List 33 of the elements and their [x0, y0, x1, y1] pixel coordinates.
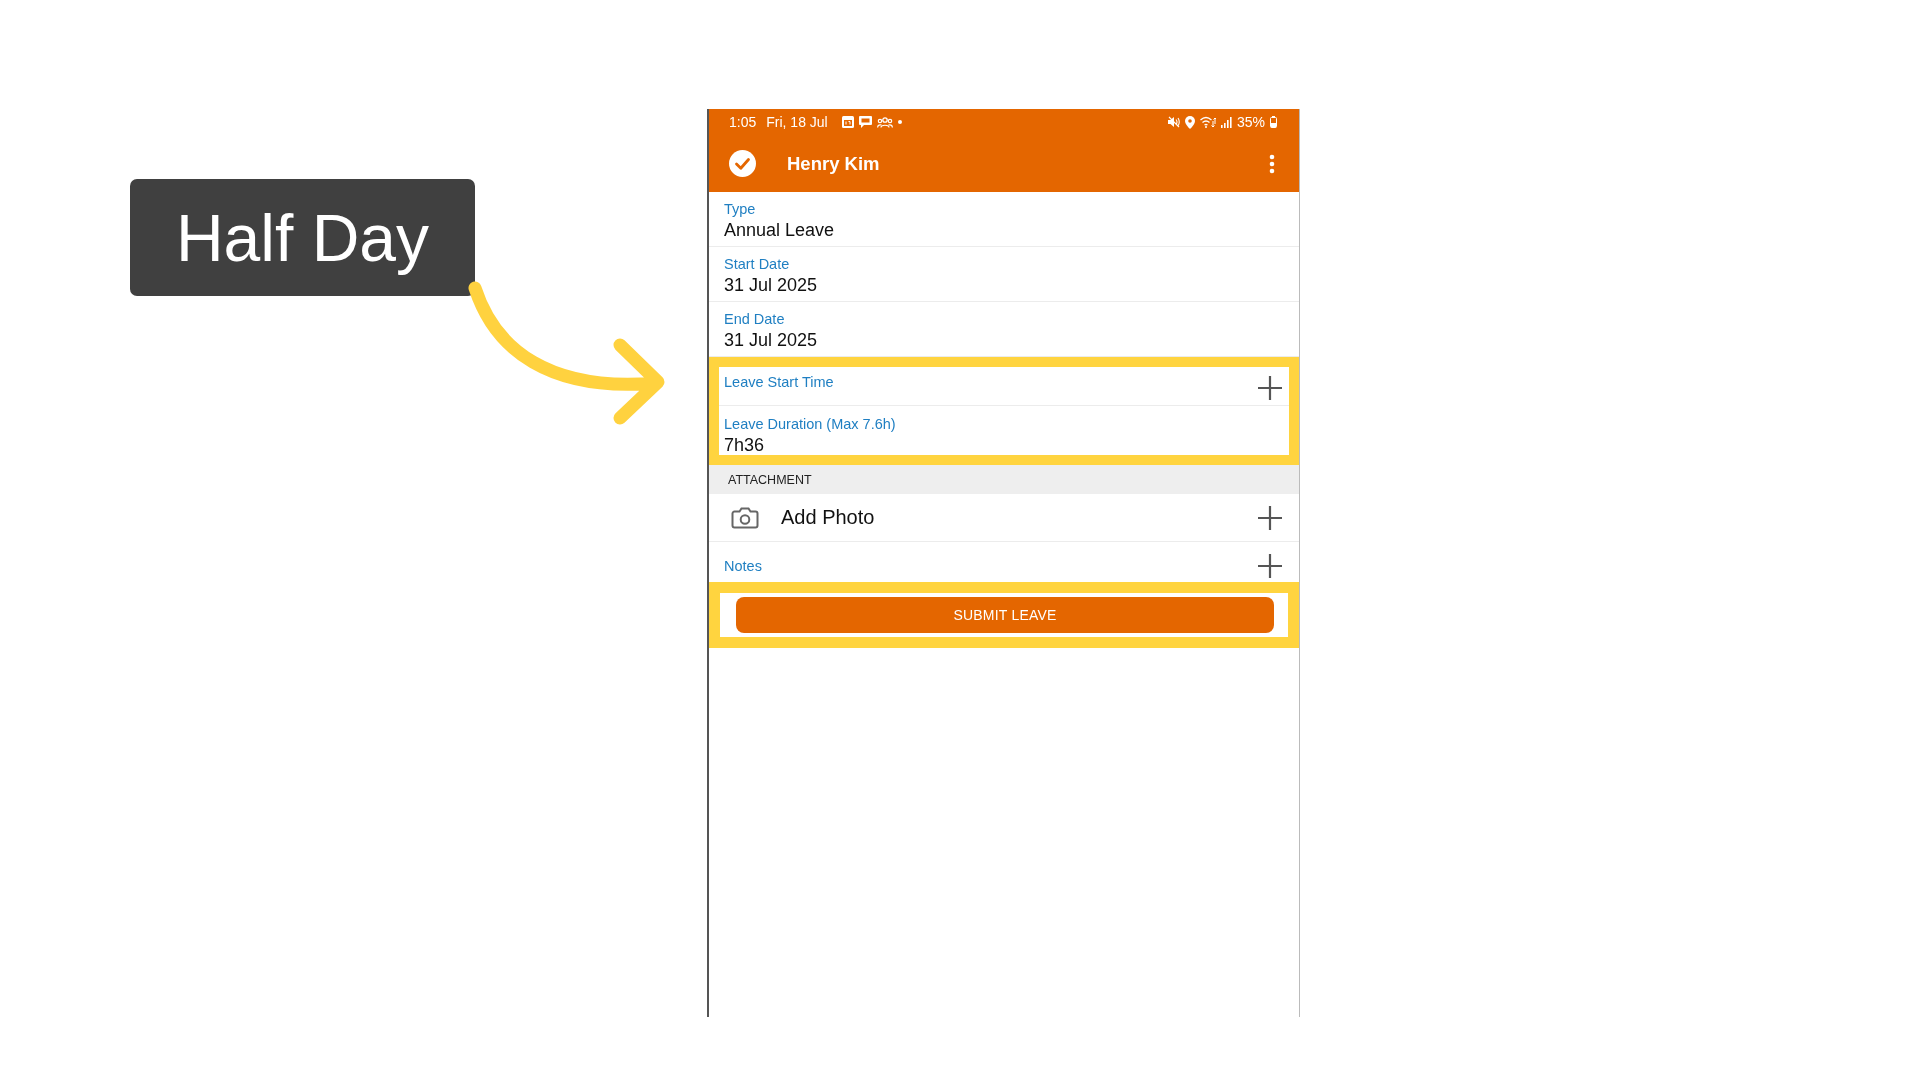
field-value: 31 Jul 2025	[724, 329, 818, 351]
status-date: Fri, 18 Jul	[766, 114, 828, 130]
field-value: 31 Jul 2025	[724, 274, 818, 296]
status-time: 1:05	[729, 114, 757, 130]
location-pin-icon	[1184, 115, 1195, 129]
chat-bubble-icon	[858, 116, 872, 128]
callout-label: Half Day	[130, 179, 475, 296]
submit-button[interactable]: SUBMIT LEAVE	[736, 597, 1274, 633]
check-circle-icon[interactable]	[729, 150, 756, 177]
battery-icon	[1270, 116, 1277, 128]
field-label: Type	[724, 200, 756, 218]
dot-icon	[897, 120, 902, 124]
more-options-icon[interactable]	[1269, 153, 1275, 174]
plus-icon[interactable]	[1258, 554, 1282, 578]
signal-icon	[1220, 116, 1232, 128]
field-label: Leave Start Time	[724, 373, 834, 391]
add-photo-label: Add Photo	[781, 506, 875, 529]
app-bar-title: Henry Kim	[787, 152, 880, 175]
notes-label: Notes	[724, 557, 762, 575]
people-icon	[876, 116, 893, 128]
mute-icon	[1167, 116, 1180, 128]
plus-icon[interactable]	[1258, 505, 1282, 530]
field-label: End Date	[724, 310, 785, 328]
battery-percent: 35%	[1236, 114, 1265, 130]
calendar-icon	[841, 116, 854, 128]
wifi-icon	[1199, 116, 1216, 128]
field-value: 7h36	[724, 434, 765, 456]
section-header: ATTACHMENT	[709, 465, 1299, 494]
plus-icon[interactable]	[1258, 376, 1282, 400]
camera-icon[interactable]	[731, 506, 759, 529]
field-label: Start Date	[724, 255, 790, 273]
field-value: Annual Leave	[724, 219, 835, 241]
field-label: Leave Duration (Max 7.6h)	[724, 415, 896, 433]
